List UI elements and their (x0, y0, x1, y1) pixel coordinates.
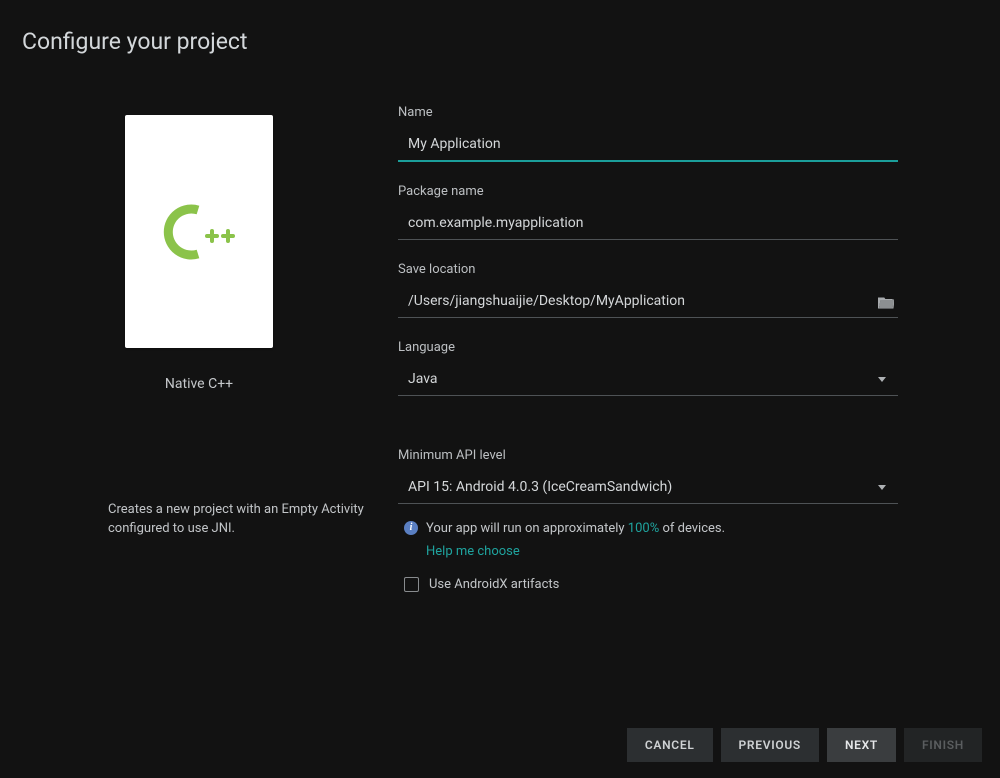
info-prefix: Your app will run on approximately (426, 521, 628, 536)
next-button[interactable]: NEXT (827, 728, 896, 762)
language-select[interactable]: Java (398, 365, 898, 396)
info-percent: 100% (628, 521, 659, 536)
name-input-wrap (398, 130, 898, 162)
androidx-checkbox[interactable] (404, 577, 419, 592)
device-coverage-text: Your app will run on approximately 100% … (426, 520, 725, 538)
previous-button[interactable]: PREVIOUS (721, 728, 819, 762)
location-input-wrap (398, 287, 898, 318)
location-label: Save location (398, 262, 898, 277)
language-field: Language Java (398, 340, 898, 396)
template-preview-column: Native C++ Creates a new project with an… (0, 105, 398, 614)
androidx-label: Use AndroidX artifacts (429, 577, 559, 592)
package-input-wrap (398, 209, 898, 240)
name-input[interactable] (398, 130, 898, 160)
info-suffix: of devices. (659, 521, 725, 536)
cancel-button[interactable]: CANCEL (627, 728, 713, 762)
minapi-value: API 15: Android 4.0.3 (IceCreamSandwich) (408, 479, 878, 495)
package-input[interactable] (398, 209, 898, 239)
info-icon: i (404, 521, 418, 535)
minapi-field: Minimum API level API 15: Android 4.0.3 … (398, 448, 898, 592)
package-label: Package name (398, 184, 898, 199)
androidx-row: Use AndroidX artifacts (398, 577, 898, 592)
chevron-down-icon (878, 377, 886, 382)
language-label: Language (398, 340, 898, 355)
name-field: Name (398, 105, 898, 162)
template-label: Native C++ (165, 376, 233, 392)
template-description: Creates a new project with an Empty Acti… (108, 500, 378, 538)
content-area: Native C++ Creates a new project with an… (0, 55, 1000, 614)
form-column: Name Package name Save location (398, 105, 1000, 614)
page-title: Configure your project (0, 0, 1000, 55)
language-value: Java (408, 371, 878, 387)
button-bar: CANCEL PREVIOUS NEXT FINISH (627, 728, 982, 762)
location-field: Save location (398, 262, 898, 318)
chevron-down-icon (878, 485, 886, 490)
template-card (125, 115, 273, 348)
minapi-select[interactable]: API 15: Android 4.0.3 (IceCreamSandwich) (398, 473, 898, 504)
cpp-icon (154, 202, 244, 262)
device-coverage-info: i Your app will run on approximately 100… (398, 520, 898, 538)
package-field: Package name (398, 184, 898, 240)
folder-icon (878, 296, 894, 309)
browse-folder-button[interactable] (877, 292, 896, 312)
finish-button: FINISH (904, 728, 982, 762)
name-label: Name (398, 105, 898, 120)
help-me-choose-link[interactable]: Help me choose (426, 544, 898, 559)
location-input[interactable] (398, 287, 877, 317)
minapi-label: Minimum API level (398, 448, 898, 463)
